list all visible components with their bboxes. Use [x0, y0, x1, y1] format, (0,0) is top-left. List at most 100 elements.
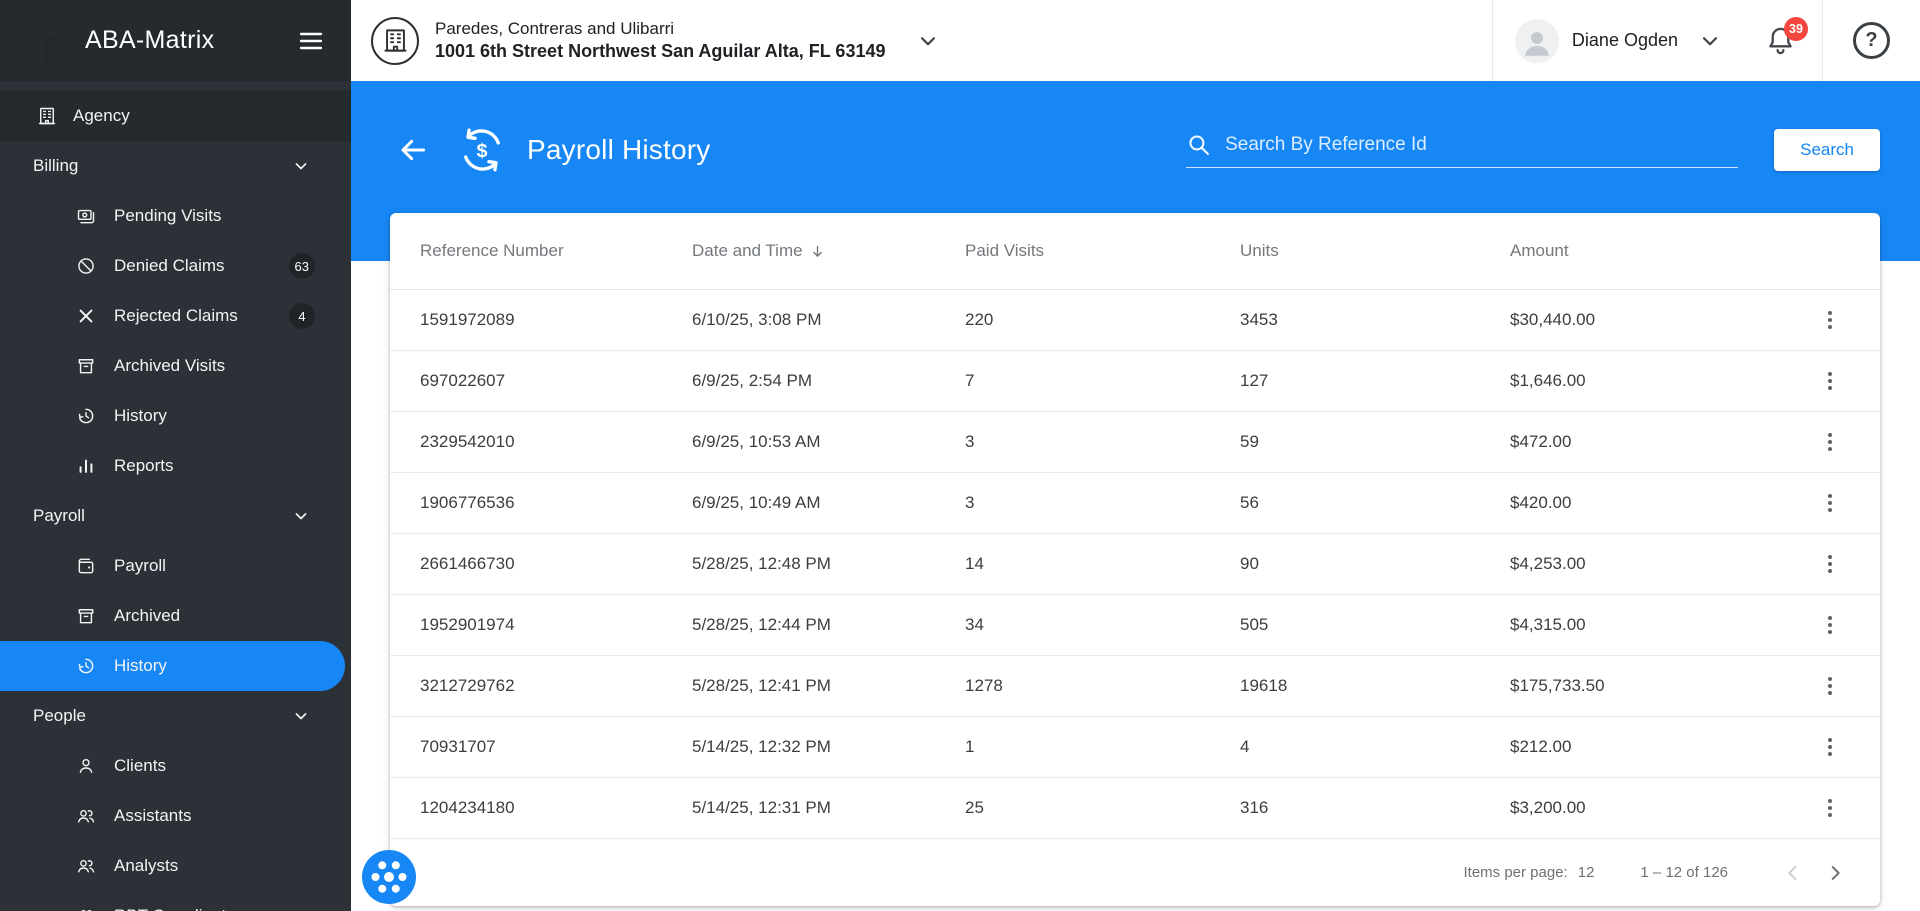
- search-input[interactable]: [1225, 134, 1738, 156]
- support-widget-button[interactable]: [360, 848, 418, 909]
- sidebar-item-payroll-archived[interactable]: Archived: [0, 591, 351, 641]
- table-row: 1952901974 5/28/25, 12:44 PM 34 505 $4,3…: [390, 595, 1880, 656]
- row-actions-kebab-icon[interactable]: [1818, 302, 1843, 338]
- row-actions-kebab-icon[interactable]: [1818, 363, 1843, 399]
- cell-amount: $420.00: [1510, 493, 1790, 513]
- cell-paid-visits: 34: [965, 615, 1240, 635]
- row-actions-kebab-icon[interactable]: [1818, 607, 1843, 643]
- help-icon[interactable]: ?: [1853, 22, 1890, 59]
- denied-claims-count-badge: 63: [289, 253, 315, 279]
- search-icon: [1186, 132, 1211, 157]
- notifications-bell-icon[interactable]: 39: [1765, 25, 1796, 56]
- sidebar-section-label: People: [33, 706, 86, 726]
- org-selector[interactable]: Paredes, Contreras and Ulibarri 1001 6th…: [371, 0, 941, 81]
- sidebar-item-label: History: [114, 656, 167, 676]
- sidebar-section-payroll[interactable]: Payroll: [0, 491, 351, 541]
- sidebar-item-label: Payroll: [114, 556, 166, 576]
- cell-reference-number: 697022607: [420, 371, 692, 391]
- sidebar-item-analysts[interactable]: Analysts: [0, 841, 351, 891]
- cell-reference-number: 1906776536: [420, 493, 692, 513]
- row-actions-kebab-icon[interactable]: [1818, 790, 1843, 826]
- people-icon: [76, 856, 96, 876]
- hamburger-menu-icon[interactable]: [297, 27, 325, 55]
- rejected-claims-count-badge: 4: [289, 303, 315, 329]
- sidebar-item-pending-visits[interactable]: Pending Visits: [0, 191, 351, 241]
- help-section: ?: [1822, 0, 1920, 81]
- sidebar-item-billing-history[interactable]: History: [0, 391, 351, 441]
- table-row: 1591972089 6/10/25, 3:08 PM 220 3453 $30…: [390, 290, 1880, 351]
- bar-chart-icon: [76, 456, 96, 476]
- cell-paid-visits: 1278: [965, 676, 1240, 696]
- agency-icon: [37, 106, 57, 126]
- payments-icon: [76, 206, 96, 226]
- sidebar-item-archived-visits[interactable]: Archived Visits: [0, 341, 351, 391]
- sidebar-item-label: Clients: [114, 756, 166, 776]
- notification-count-badge: 39: [1784, 17, 1808, 41]
- archive-icon: [76, 356, 96, 376]
- notifications-section: 39: [1739, 0, 1822, 81]
- cell-reference-number: 3212729762: [420, 676, 692, 696]
- table-row: 697022607 6/9/25, 2:54 PM 7 127 $1,646.0…: [390, 351, 1880, 412]
- people-icon: [76, 806, 96, 826]
- sidebar-item-rbt-coordinators[interactable]: RBT Coordinators: [0, 891, 351, 911]
- sidebar-item-denied-claims[interactable]: Denied Claims 63: [0, 241, 351, 291]
- back-button[interactable]: [397, 132, 433, 168]
- brand-name: ABA-Matrix: [85, 26, 214, 55]
- close-x-icon: [76, 306, 96, 326]
- search-field: [1186, 132, 1738, 168]
- row-actions-kebab-icon[interactable]: [1818, 668, 1843, 704]
- org-logo-icon: [371, 17, 419, 65]
- sidebar-item-assistants[interactable]: Assistants: [0, 791, 351, 841]
- chevron-down-icon: [291, 506, 311, 526]
- main-area: Paredes, Contreras and Ulibarri 1001 6th…: [351, 0, 1920, 911]
- column-header-reference: Reference Number: [420, 241, 692, 261]
- sidebar-item-rejected-claims[interactable]: Rejected Claims 4: [0, 291, 351, 341]
- row-actions-kebab-icon[interactable]: [1818, 546, 1843, 582]
- sidebar-item-payroll-history[interactable]: History: [0, 641, 345, 691]
- sidebar-item-agency[interactable]: Agency: [0, 91, 351, 141]
- sidebar-item-label: Analysts: [114, 856, 178, 876]
- sidebar-item-label: Reports: [114, 456, 174, 476]
- cell-reference-number: 70931707: [420, 737, 692, 757]
- cell-amount: $4,315.00: [1510, 615, 1790, 635]
- previous-page-icon[interactable]: [1772, 852, 1814, 894]
- column-header-paid-visits: Paid Visits: [965, 241, 1240, 261]
- chevron-down-icon: [1697, 28, 1723, 54]
- next-page-icon[interactable]: [1814, 852, 1856, 894]
- cell-units: 19618: [1240, 676, 1510, 696]
- cell-units: 4: [1240, 737, 1510, 757]
- sidebar-item-label: Denied Claims: [114, 256, 225, 276]
- org-name: Paredes, Contreras and Ulibarri: [435, 19, 885, 39]
- support-widget-icon: [360, 848, 418, 906]
- sidebar-item-label: Assistants: [114, 806, 191, 826]
- chevron-down-icon: [291, 706, 311, 726]
- sidebar-item-payroll[interactable]: Payroll: [0, 541, 351, 591]
- sidebar-section-billing[interactable]: Billing: [0, 141, 351, 191]
- user-menu[interactable]: Diane Ogden: [1492, 0, 1739, 81]
- search-button[interactable]: Search: [1774, 129, 1880, 171]
- column-header-datetime[interactable]: Date and Time: [692, 241, 965, 261]
- row-actions-kebab-icon[interactable]: [1818, 485, 1843, 521]
- cell-units: 59: [1240, 432, 1510, 452]
- row-actions-kebab-icon[interactable]: [1818, 729, 1843, 765]
- cell-reference-number: 2329542010: [420, 432, 692, 452]
- person-icon: [76, 756, 96, 776]
- sidebar-section-people[interactable]: People: [0, 691, 351, 741]
- table-row: 2661466730 5/28/25, 12:48 PM 14 90 $4,25…: [390, 534, 1880, 595]
- row-actions-kebab-icon[interactable]: [1818, 424, 1843, 460]
- sidebar-item-reports[interactable]: Reports: [0, 441, 351, 491]
- brand-logo-icon: [24, 18, 70, 64]
- topbar: Paredes, Contreras and Ulibarri 1001 6th…: [351, 0, 1920, 81]
- sidebar-item-label: History: [114, 406, 167, 426]
- sidebar-item-clients[interactable]: Clients: [0, 741, 351, 791]
- people-icon: [76, 906, 96, 911]
- cell-amount: $1,646.00: [1510, 371, 1790, 391]
- cell-paid-visits: 1: [965, 737, 1240, 757]
- cell-amount: $212.00: [1510, 737, 1790, 757]
- cell-reference-number: 1591972089: [420, 310, 692, 330]
- cell-date-time: 5/28/25, 12:48 PM: [692, 554, 965, 574]
- table-row: 1906776536 6/9/25, 10:49 AM 3 56 $420.00: [390, 473, 1880, 534]
- cell-units: 90: [1240, 554, 1510, 574]
- paginator: Items per page: 12 1 – 12 of 126: [390, 839, 1880, 906]
- items-per-page-value[interactable]: 12: [1578, 864, 1595, 881]
